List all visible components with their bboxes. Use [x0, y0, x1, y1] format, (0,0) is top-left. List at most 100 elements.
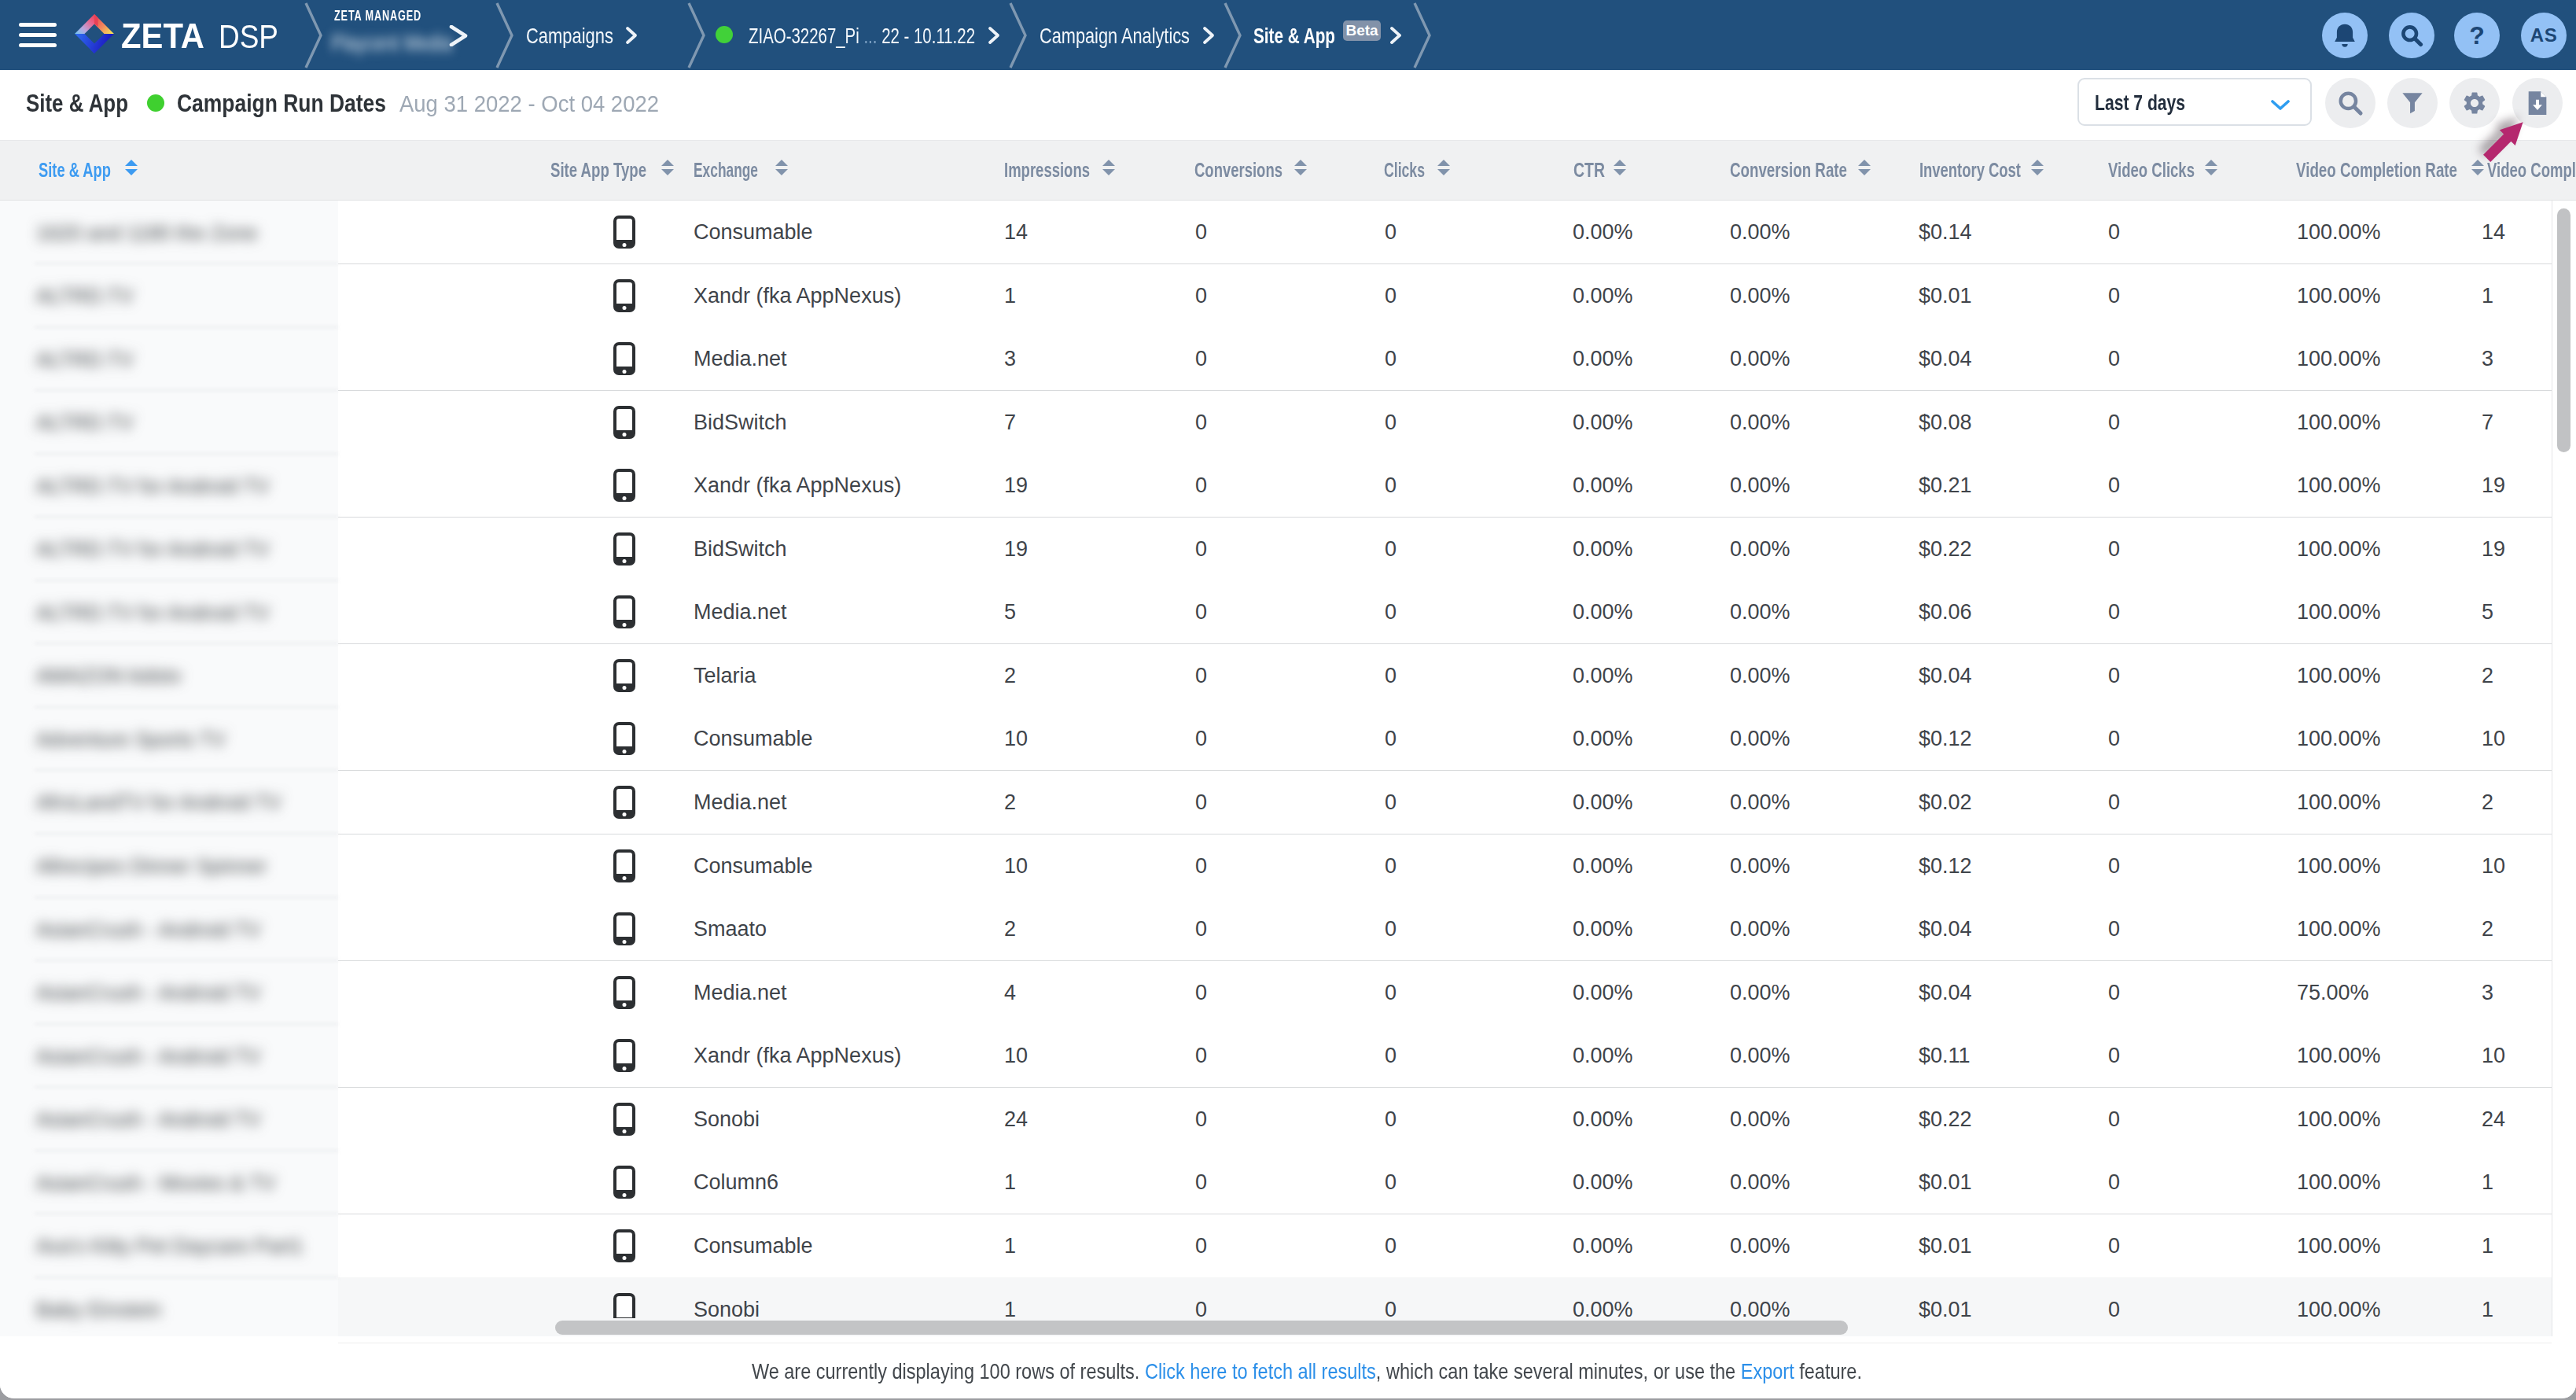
date-range-select[interactable]: Last 7 days [2077, 78, 2312, 126]
mobile-app-icon [613, 595, 635, 628]
column-header-site-app[interactable]: Site & App [39, 141, 111, 200]
zeta-logo-icon[interactable] [74, 13, 115, 54]
mobile-app-icon [613, 659, 635, 692]
table-row[interactable]: Xandr (fka AppNexus)1000.00%0.00%$0.0101… [338, 264, 2552, 328]
table-row[interactable]: BidSwitch19000.00%0.00%$0.220100.00%19 [338, 518, 2552, 581]
cell-clicks: 0 [1385, 727, 1397, 751]
breadcrumb-separator [1413, 2, 1433, 69]
sort-icon[interactable] [1102, 160, 1115, 175]
global-search-button[interactable] [2389, 13, 2434, 58]
column-header-exchange[interactable]: Exchange [694, 141, 758, 200]
table-row[interactable]: Column61000.00%0.00%$0.010100.00%1 [338, 1151, 2552, 1214]
mobile-app-icon [613, 532, 635, 566]
cell-ctr: 0.00% [1573, 853, 1633, 878]
table-row-site-name[interactable]: Adventure Sports TV [0, 707, 338, 771]
table-row[interactable]: Consumable14000.00%0.00%$0.140100.00%14 [338, 201, 2552, 264]
export-link[interactable]: Export [1741, 1359, 1794, 1383]
sort-icon[interactable] [1437, 160, 1450, 175]
help-button[interactable]: ? [2454, 13, 2500, 58]
footer-text: feature. [1794, 1359, 1862, 1383]
table-row-site-name[interactable]: ALTRD.TV [0, 264, 338, 328]
fetch-all-results-link[interactable]: Click here to fetch all results [1145, 1359, 1376, 1383]
column-header-ctr[interactable]: CTR [1573, 141, 1605, 200]
breadcrumb-site-app[interactable]: Site & App [1253, 24, 1335, 49]
table-row[interactable]: Media.net4000.00%0.00%$0.04075.00%3 [338, 961, 2552, 1025]
search-icon [2400, 24, 2423, 47]
breadcrumb-campaigns[interactable]: Campaigns [526, 24, 613, 49]
cell-inventory-cost: $0.02 [1919, 790, 1972, 814]
notifications-button[interactable] [2322, 13, 2368, 58]
sort-icon[interactable] [1294, 160, 1307, 175]
table-row-site-name[interactable]: AsianCrush - Android TV [0, 897, 338, 961]
table-row-site-name[interactable]: AsianCrush - Android TV [0, 1088, 338, 1151]
column-header-clicks[interactable]: Clicks [1384, 141, 1425, 200]
brand-zeta: ZETA [121, 17, 204, 56]
table-row[interactable]: Smaato2000.00%0.00%$0.040100.00%2 [338, 897, 2552, 961]
column-header-inventory-cost[interactable]: Inventory Cost [1919, 141, 2021, 200]
table-row-site-name[interactable]: ALTRD.TV [0, 327, 338, 391]
cell-ctr: 0.00% [1573, 980, 1633, 1004]
table-row-site-name[interactable]: Baby Einstein [0, 1277, 338, 1336]
sort-icon[interactable] [661, 160, 674, 175]
cell-exchange: Consumable [694, 220, 813, 245]
table-row[interactable]: Media.net5000.00%0.00%$0.060100.00%5 [338, 580, 2552, 644]
sort-icon[interactable] [2031, 160, 2044, 175]
table-row-site-name[interactable]: AsianCrush - Android TV [0, 961, 338, 1025]
mobile-app-icon [613, 406, 635, 439]
breadcrumb-campaign-analytics[interactable]: Campaign Analytics [1040, 24, 1190, 49]
table-row[interactable]: Media.net3000.00%0.00%$0.040100.00%3 [338, 327, 2552, 391]
table-row-site-name[interactable]: AMAZON kidstv [0, 644, 338, 708]
table-row-site-name[interactable]: 1620 and 1180 the Zone [0, 201, 338, 264]
sort-icon[interactable] [775, 160, 788, 175]
breadcrumb-account-name[interactable]: Playcent Media [331, 31, 452, 56]
column-header-impressions[interactable]: Impressions [1004, 141, 1090, 200]
report-status-dot [147, 94, 164, 112]
column-header-conversion-rate[interactable]: Conversion Rate [1730, 141, 1847, 200]
mobile-app-icon [613, 342, 635, 375]
table-row[interactable]: Consumable10000.00%0.00%$0.120100.00%10 [338, 834, 2552, 898]
table-row[interactable]: Xandr (fka AppNexus)19000.00%0.00%$0.210… [338, 454, 2552, 518]
cell-video-completion-rate: 100.00% [2297, 600, 2381, 624]
sort-icon[interactable] [2205, 160, 2217, 175]
table-row[interactable]: Consumable10000.00%0.00%$0.120100.00%10 [338, 707, 2552, 771]
vertical-scrollbar[interactable] [2557, 208, 2570, 452]
sort-icon[interactable] [125, 160, 138, 175]
table-row-site-name[interactable]: ALTRD.TV for Android TV [0, 580, 338, 644]
site-name-redacted: ALTRD.TV [36, 411, 134, 435]
user-avatar[interactable]: AS [2521, 13, 2567, 58]
cell-inventory-cost: $0.22 [1919, 536, 1972, 561]
table-row[interactable]: Media.net2000.00%0.00%$0.020100.00%2 [338, 771, 2552, 834]
table-row[interactable]: Xandr (fka AppNexus)10000.00%0.00%$0.110… [338, 1024, 2552, 1088]
cell-conversions: 0 [1195, 1107, 1207, 1131]
table-row-site-name[interactable]: AsianCrush - Movies & TV [0, 1151, 338, 1214]
table-row-site-name[interactable]: AfroLandTV for Android TV [0, 771, 338, 834]
table-row[interactable]: Consumable1000.00%0.00%$0.010100.00%1 [338, 1214, 2552, 1278]
sort-icon[interactable] [1614, 160, 1626, 175]
column-header-conversions[interactable]: Conversions [1194, 141, 1282, 200]
cell-impressions: 1 [1004, 1170, 1016, 1195]
table-row-site-name[interactable]: ALTRD.TV [0, 391, 338, 455]
filter-button[interactable] [2387, 78, 2438, 128]
table-search-button[interactable] [2325, 78, 2375, 128]
table-row-site-name[interactable]: ALTRD.TV for Android TV [0, 518, 338, 581]
cell-ctr: 0.00% [1573, 473, 1633, 498]
column-header-video-clicks[interactable]: Video Clicks [2108, 141, 2195, 200]
column-header-site-app-type[interactable]: Site App Type [550, 141, 646, 200]
table-row-site-name[interactable]: AsianCrush - Android TV [0, 1024, 338, 1088]
breadcrumb-campaign[interactable]: ZIAO-32267_Pi ... 22 - 10.11.22 [749, 24, 975, 49]
cell-conversion-rate: 0.00% [1730, 473, 1790, 498]
cell-inventory-cost: $0.06 [1919, 600, 1972, 624]
table-row[interactable]: Sonobi24000.00%0.00%$0.220100.00%24 [338, 1088, 2552, 1151]
table-row[interactable]: BidSwitch7000.00%0.00%$0.080100.00%7 [338, 391, 2552, 455]
table-row[interactable]: Telaria2000.00%0.00%$0.040100.00%2 [338, 644, 2552, 708]
sort-icon[interactable] [1858, 160, 1871, 175]
menu-icon[interactable] [19, 23, 57, 47]
table-row-site-name[interactable]: Ava's Kitty Pet Daycare Part1 [0, 1214, 338, 1278]
cell-impressions: 7 [1004, 410, 1016, 434]
table-row-site-name[interactable]: ALTRD.TV for Android TV [0, 454, 338, 518]
site-name-redacted: Allrecipes Dinner Spinner [36, 854, 267, 879]
table-row-site-name[interactable]: Allrecipes Dinner Spinner [0, 834, 338, 898]
column-header-video-completion-rate[interactable]: Video Completion Rate [2296, 141, 2457, 200]
cell-conversions: 0 [1195, 917, 1207, 941]
horizontal-scrollbar[interactable] [555, 1321, 1848, 1335]
